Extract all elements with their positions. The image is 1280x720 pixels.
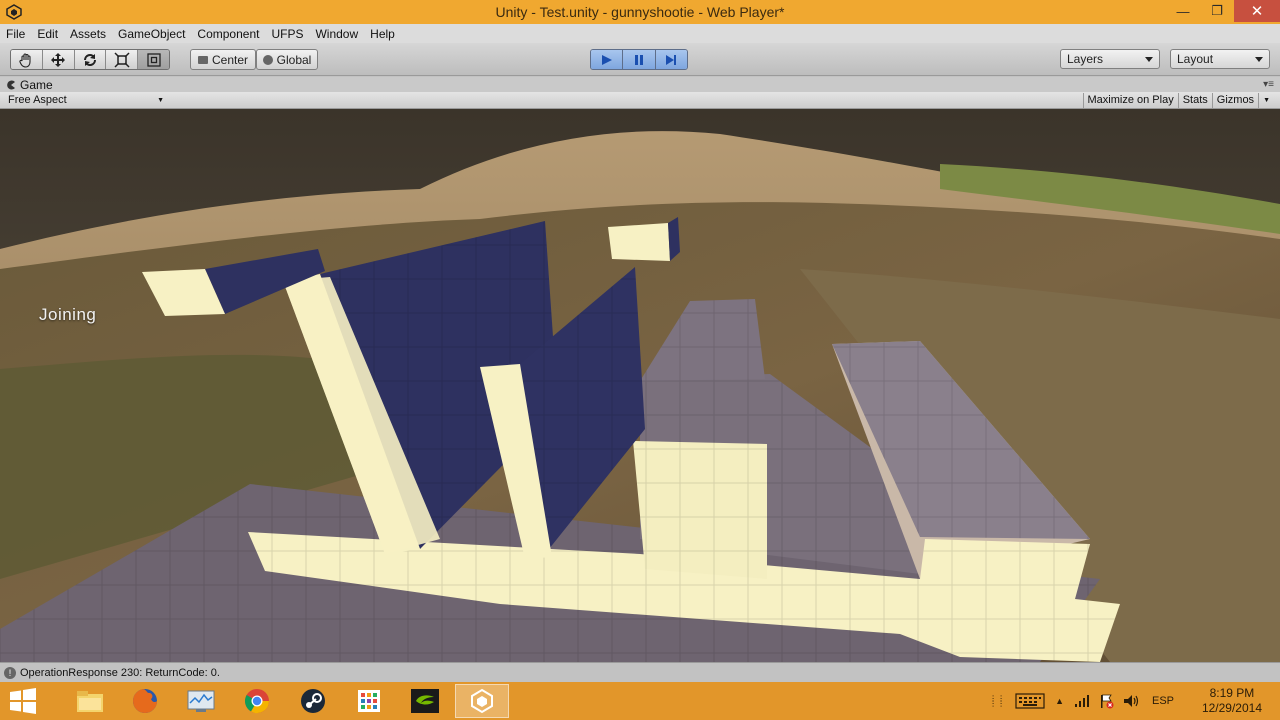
taskbar-nvidia[interactable] xyxy=(398,684,452,718)
tray-overflow-icon[interactable]: ⋮⋮ ⋮⋮ xyxy=(989,695,1005,708)
step-button[interactable] xyxy=(655,50,687,69)
gizmos-dropdown[interactable]: Gizmos xyxy=(1211,93,1258,108)
play-icon xyxy=(601,54,612,65)
space-label: Global xyxy=(276,52,312,67)
move-arrows-icon xyxy=(51,52,66,67)
tab-game-label: Game xyxy=(20,78,53,92)
clock[interactable]: 8:19 PM 12/29/2014 xyxy=(1202,686,1262,716)
windows-taskbar: ⋮⋮ ⋮⋮ ▲ ESP 8:19 PM 12/29/2014 xyxy=(0,682,1280,720)
game-view-toolbar: Free Aspect ▼ Maximize on Play Stats Giz… xyxy=(0,92,1280,109)
scale-tool-button[interactable] xyxy=(106,50,139,69)
unity-logo-icon xyxy=(471,688,493,714)
pivot-label: Center xyxy=(211,52,249,67)
pivot-center-button[interactable]: Center xyxy=(190,49,256,70)
show-hidden-icons-icon[interactable]: ▲ xyxy=(1055,696,1064,706)
folder-icon xyxy=(77,691,103,712)
play-button[interactable] xyxy=(591,50,624,69)
window-title: Unity - Test.unity - gunnyshootie - Web … xyxy=(495,4,785,20)
minimize-button[interactable]: — xyxy=(1166,0,1200,22)
menu-help[interactable]: Help xyxy=(364,27,401,41)
action-center-flag-icon[interactable] xyxy=(1098,693,1114,709)
language-indicator[interactable]: ESP xyxy=(1152,695,1174,707)
menu-assets[interactable]: Assets xyxy=(64,27,112,41)
nvidia-icon xyxy=(411,689,439,713)
rect-tool-button[interactable] xyxy=(138,50,169,69)
hand-icon xyxy=(19,52,31,68)
game-scene xyxy=(0,109,1280,662)
menu-gameobject[interactable]: GameObject xyxy=(112,27,191,41)
app-grid-icon xyxy=(358,690,380,712)
chevron-down-icon xyxy=(1255,57,1263,62)
menu-component[interactable]: Component xyxy=(191,27,265,41)
info-icon: ! xyxy=(4,666,16,679)
rotate-icon xyxy=(83,53,96,66)
menu-window[interactable]: Window xyxy=(309,27,364,41)
maximize-button[interactable]: ❐ xyxy=(1200,0,1234,22)
playback-controls xyxy=(590,49,688,70)
close-button[interactable]: ✕ xyxy=(1234,0,1280,22)
volume-icon[interactable] xyxy=(1122,693,1140,709)
maximize-on-play-toggle[interactable]: Maximize on Play xyxy=(1082,93,1178,108)
taskbar-store-app[interactable] xyxy=(342,684,396,718)
layout-dropdown[interactable]: Layout xyxy=(1170,49,1270,69)
chevron-down-icon xyxy=(1145,57,1153,62)
rect-transform-icon xyxy=(146,52,161,67)
layers-dropdown[interactable]: Layers xyxy=(1060,49,1160,69)
globe-icon xyxy=(262,54,273,65)
chrome-icon xyxy=(244,689,269,714)
pause-button[interactable] xyxy=(623,50,656,69)
menu-bar: File Edit Assets GameObject Component UF… xyxy=(0,24,1280,43)
taskbar-chrome[interactable] xyxy=(230,684,284,718)
windows-start-icon[interactable] xyxy=(8,688,38,714)
rotate-tool-button[interactable] xyxy=(74,50,107,69)
layout-label: Layout xyxy=(1177,52,1214,66)
clock-date: 12/29/2014 xyxy=(1201,701,1262,715)
transform-tools xyxy=(10,49,170,70)
hand-tool-button[interactable] xyxy=(11,50,43,69)
steam-icon xyxy=(301,689,325,713)
move-tool-button[interactable] xyxy=(42,50,75,69)
firefox-icon xyxy=(133,689,157,713)
chevron-down-icon[interactable]: ▼ xyxy=(1258,93,1274,108)
taskbar-unity[interactable] xyxy=(455,684,509,718)
keyboard-icon[interactable] xyxy=(1015,692,1045,710)
stats-toggle[interactable]: Stats xyxy=(1177,93,1212,108)
step-icon xyxy=(666,54,677,65)
signal-icon[interactable] xyxy=(1074,694,1090,708)
pause-icon xyxy=(634,54,643,65)
activity-monitor-icon xyxy=(187,690,215,712)
tab-game[interactable]: Game xyxy=(6,78,53,92)
toolbar: Center Global Layers Layout xyxy=(0,43,1280,76)
panel-menu-icon[interactable]: ▾≡ xyxy=(1263,79,1274,90)
scale-icon xyxy=(114,51,130,68)
space-global-button[interactable]: Global xyxy=(256,49,318,70)
game-view-options: Maximize on Play Stats Gizmos ▼ xyxy=(1082,93,1275,108)
status-message: OperationResponse 230: ReturnCode: 0. xyxy=(20,666,220,679)
game-panel-header: Game ▾≡ xyxy=(0,77,1280,92)
menu-edit[interactable]: Edit xyxy=(31,27,64,41)
pivot-icon xyxy=(197,55,208,64)
menu-file[interactable]: File xyxy=(0,27,31,41)
aspect-label: Free Aspect xyxy=(8,94,67,106)
chevron-down-icon: ▼ xyxy=(157,97,164,104)
console-status-bar[interactable]: ! OperationResponse 230: ReturnCode: 0. xyxy=(0,662,1280,682)
joining-status-text: Joining xyxy=(39,305,97,324)
menu-ufps[interactable]: UFPS xyxy=(265,27,309,41)
clock-time: 8:19 PM xyxy=(1209,686,1255,700)
game-viewport[interactable]: Joining xyxy=(0,109,1280,662)
taskbar-monitor-app[interactable] xyxy=(174,684,228,718)
taskbar-steam[interactable] xyxy=(286,684,340,718)
floating-box-light xyxy=(608,223,670,261)
pacman-game-icon xyxy=(7,80,15,90)
title-bar: Unity - Test.unity - gunnyshootie - Web … xyxy=(0,0,1280,24)
taskbar-firefox[interactable] xyxy=(118,684,172,718)
layers-label: Layers xyxy=(1067,52,1104,66)
aspect-dropdown[interactable]: Free Aspect ▼ xyxy=(8,94,166,108)
taskbar-file-explorer[interactable] xyxy=(63,684,117,718)
